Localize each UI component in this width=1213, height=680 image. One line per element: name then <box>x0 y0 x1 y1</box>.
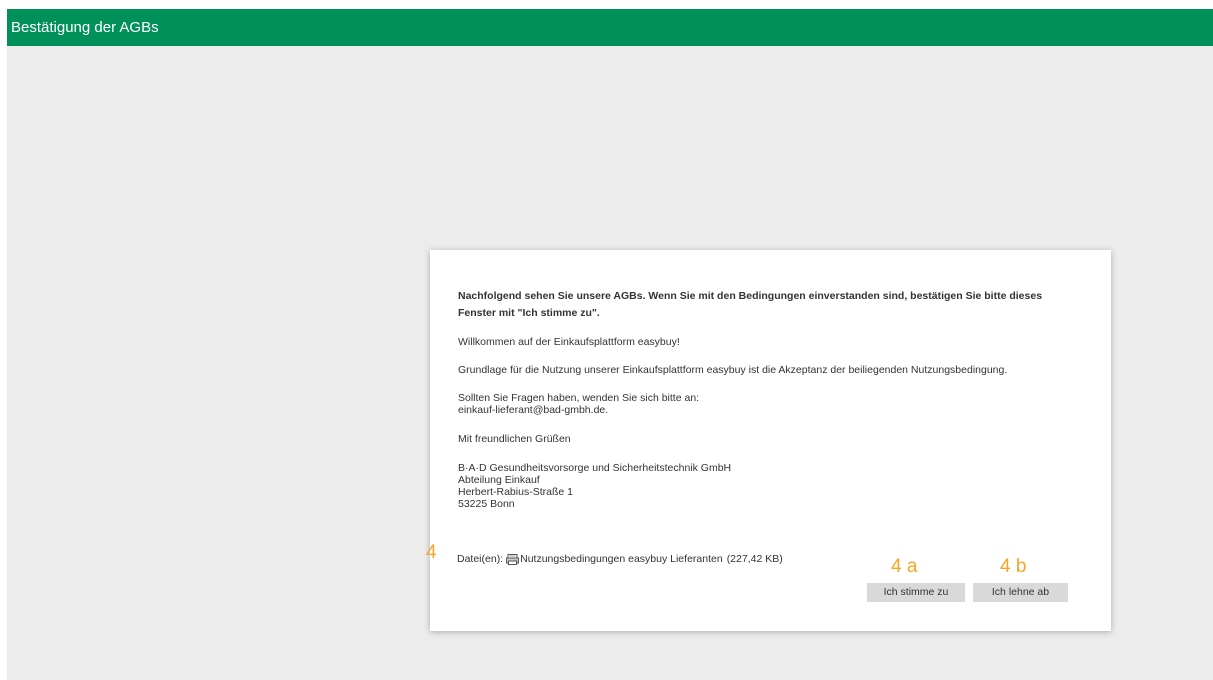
intro-text: Nachfolgend sehen Sie unsere AGBs. Wenn … <box>458 288 1042 322</box>
company-name: B·A·D Gesundheitsvorsorge und Sicherheit… <box>458 462 732 474</box>
questions-line: Sollten Sie Fragen haben, wenden Sie sic… <box>458 392 700 404</box>
welcome-text: Willkommen auf der Einkaufsplattform eas… <box>458 336 680 348</box>
company-department: Abteilung Einkauf <box>458 474 540 486</box>
questions-text: Sollten Sie Fragen haben, wenden Sie sic… <box>458 392 699 416</box>
company-street: Herbert-Rabius-Straße 1 <box>458 486 573 498</box>
window-title: Bestätigung der AGBs <box>11 19 159 36</box>
intro-line-1: Nachfolgend sehen Sie unsere AGBs. Wenn … <box>458 290 1043 302</box>
app-window: Bestätigung der AGBs Nachfolgend sehen S… <box>7 9 1213 680</box>
title-bar: Bestätigung der AGBs <box>7 9 1213 46</box>
annotation-decline: 4 b <box>1000 556 1027 577</box>
terms-file-link[interactable]: Nutzungsbedingungen easybuy Lieferanten <box>520 553 723 565</box>
annotation-files: 4 <box>426 542 437 563</box>
company-address: B·A·D Gesundheitsvorsorge und Sicherheit… <box>458 462 731 510</box>
contact-email: einkauf-lieferant@bad-gmbh.de. <box>458 404 609 416</box>
attachments-row: Datei(en): Nutzungsbedingungen easybuy L… <box>457 553 783 565</box>
basis-text: Grundlage für die Nutzung unserer Einkau… <box>458 364 1008 376</box>
agree-button[interactable]: Ich stimme zu <box>867 583 965 602</box>
file-size: (227,42 KB) <box>726 553 783 565</box>
pdf-file-icon[interactable] <box>506 553 520 565</box>
greeting-text: Mit freundlichen Grüßen <box>458 433 571 445</box>
company-city: 53225 Bonn <box>458 498 515 510</box>
files-label: Datei(en): <box>457 553 504 565</box>
annotation-agree: 4 a <box>891 556 918 577</box>
decline-button[interactable]: Ich lehne ab <box>973 583 1068 602</box>
intro-line-2: Fenster mit "Ich stimme zu". <box>458 307 600 319</box>
